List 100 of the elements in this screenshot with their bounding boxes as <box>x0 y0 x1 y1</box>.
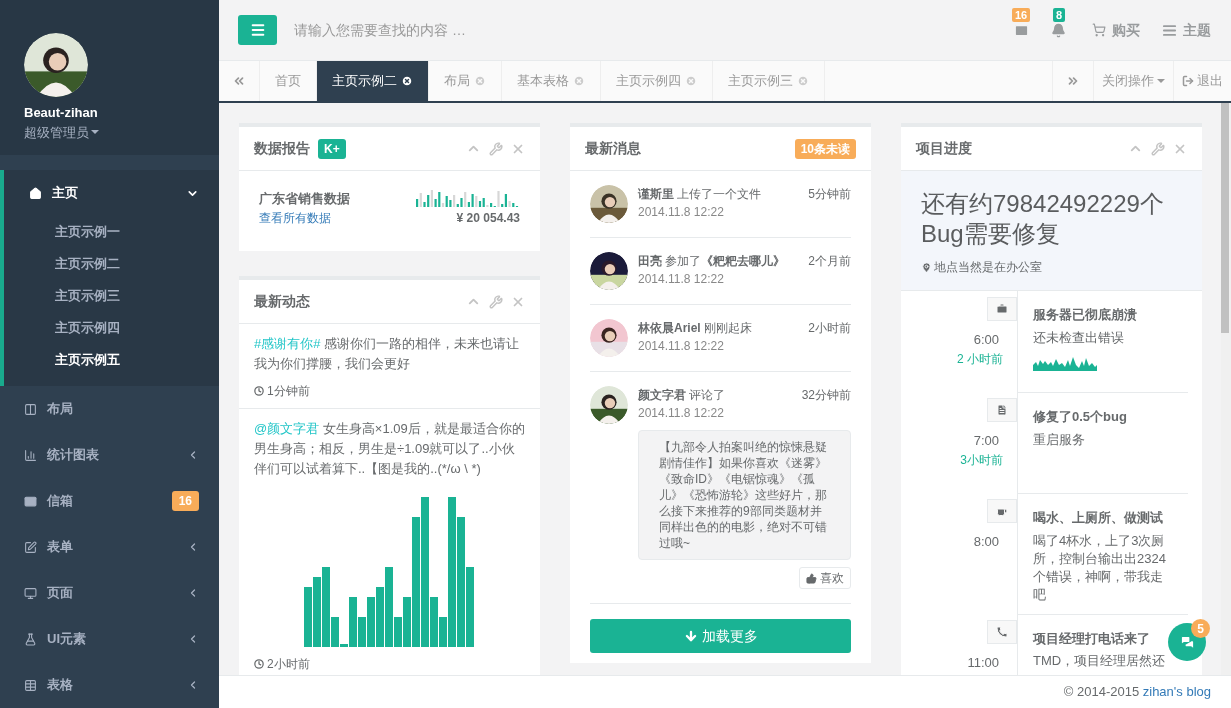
role-dropdown[interactable]: 超级管理员 <box>24 122 99 142</box>
event-age: 3小时前 <box>960 451 1003 469</box>
user-name: Beaut-zihan <box>24 104 99 122</box>
event-time: 11:00 <box>967 653 999 672</box>
event-title: 服务器已彻底崩溃 <box>1033 306 1138 324</box>
double-chevron-right-icon <box>1066 74 1080 88</box>
event-time: 8:00 <box>973 533 999 551</box>
message-date: 2014.11.8 12:22 <box>638 271 725 288</box>
nav-item[interactable]: UI元素 <box>0 616 219 662</box>
load-more-button[interactable]: 加载更多 <box>590 619 851 653</box>
nav-label: 布局 <box>47 400 74 419</box>
page-tab[interactable]: 基本表格 <box>502 61 601 101</box>
buy-link[interactable]: 购买 <box>1092 19 1140 41</box>
unread-badge: 10条未读 <box>794 138 856 159</box>
close-icon[interactable] <box>401 75 413 87</box>
chart-bar <box>312 577 321 647</box>
nav-item[interactable]: 统计图表 <box>0 432 219 478</box>
nav-item[interactable]: 布局 <box>0 386 219 432</box>
bell-icon[interactable] <box>1051 22 1066 38</box>
message-date: 2014.11.8 12:22 <box>638 204 725 221</box>
post-time: 1分钟前 <box>267 383 310 400</box>
message-age: 2小时前 <box>808 320 851 337</box>
page-tab[interactable]: 布局 <box>429 61 502 101</box>
report-name: 广东省销售数据 <box>259 190 350 208</box>
blog-link[interactable]: zihan's blog <box>1142 682 1211 702</box>
count-badge: 16 <box>171 491 199 511</box>
nav-item[interactable]: 主页 <box>0 170 219 216</box>
nav-label: 统计图表 <box>47 446 100 465</box>
submenu-item[interactable]: 主页示例一 <box>4 216 219 248</box>
panel-title: 数据报告 <box>254 139 310 158</box>
nav-label: UI元素 <box>47 630 87 649</box>
event-text: 重启服务 <box>1033 430 1086 449</box>
copyright-text: © 2014-2015 <box>1063 683 1141 702</box>
double-chevron-left-icon <box>232 74 246 88</box>
wrench-icon[interactable] <box>1151 141 1165 156</box>
theme-link[interactable]: 主题 <box>1162 19 1211 41</box>
panel-title: 最新动态 <box>254 292 310 311</box>
nav-item[interactable]: 表格 <box>0 662 219 708</box>
flask-icon <box>24 632 37 646</box>
chart-bar <box>303 587 312 647</box>
edit-icon <box>24 540 37 554</box>
post-time: 2小时前 <box>267 656 310 673</box>
count-badge: 5 <box>1191 619 1210 638</box>
table-icon <box>24 678 37 692</box>
message-date: 2014.11.8 12:22 <box>638 405 725 422</box>
menu-icon <box>249 22 266 38</box>
page-tab[interactable]: 主页示例四 <box>601 61 713 101</box>
scrollbar-thumb[interactable] <box>1221 103 1229 333</box>
event-text: 喝了4杯水，上了3次厕所，控制台输出出2324个错误，神啊，带我走吧 <box>1033 531 1167 604</box>
view-all-link[interactable]: 查看所有数据 <box>259 208 350 227</box>
list-icon <box>1162 22 1177 38</box>
kpi-badge: K+ <box>318 138 346 159</box>
menu-button[interactable] <box>238 15 277 45</box>
page-tab[interactable]: 主页示例二 <box>317 61 429 101</box>
columns-icon <box>24 402 37 416</box>
nav-item[interactable]: 页面 <box>0 570 219 616</box>
briefcase-icon <box>996 303 1008 315</box>
wrench-icon[interactable] <box>489 294 503 309</box>
bar-chart-icon <box>24 448 37 462</box>
wrench-icon[interactable] <box>489 141 503 156</box>
logout-button[interactable]: 退出 <box>1173 61 1231 101</box>
nav-label: 主页 <box>52 184 79 203</box>
thumbs-up-icon <box>806 572 817 584</box>
event-time: 6:00 <box>973 331 999 349</box>
event-text: 还未检查出错误 <box>1033 328 1125 347</box>
document-icon <box>996 404 1008 416</box>
clock-icon <box>254 386 264 396</box>
submenu-item[interactable]: 主页示例四 <box>4 312 219 344</box>
count-badge: 16 <box>1012 7 1031 22</box>
panel-title: 最新消息 <box>585 139 641 158</box>
nav-label: 表格 <box>47 676 74 695</box>
nav-label: 表单 <box>47 538 74 557</box>
submenu-item[interactable]: 主页示例二 <box>4 248 219 280</box>
submenu-item[interactable]: 主页示例三 <box>4 280 219 312</box>
message-age: 2个月前 <box>808 253 851 270</box>
close-actions-dropdown[interactable]: 关闭操作 <box>1093 61 1173 101</box>
search-field[interactable]: 请输入您需要查找的内容 … <box>294 19 654 41</box>
like-button[interactable]: 喜欢 <box>799 567 851 589</box>
logout-icon <box>1182 75 1194 87</box>
nav-item[interactable]: 信箱 16 <box>0 478 219 524</box>
event-age: 2 小时前 <box>957 350 1003 368</box>
submenu-item[interactable]: 主页示例五 <box>4 344 219 376</box>
message-text: 林依晨Ariel 刚刚起床 <box>638 320 753 337</box>
phone-icon <box>996 625 1008 638</box>
post-text: #感谢有你# 感谢你们一路的相伴，未来也请让我为你们撑腰，我们会更好 <box>254 335 521 373</box>
cart-icon <box>1092 23 1106 37</box>
message-text: 田亮 参加了《粑粑去哪儿》 <box>638 253 786 270</box>
page-tab[interactable]: 主页示例三 <box>713 61 825 101</box>
sales-amount: ¥ 20 054.43 <box>456 210 520 227</box>
nav-item[interactable]: 表单 <box>0 524 219 570</box>
event-text: TMD，项目经理居然还 <box>1033 652 1167 670</box>
clock-icon <box>254 659 264 669</box>
message-age: 32分钟前 <box>801 387 851 404</box>
count-badge: 8 <box>1053 7 1066 22</box>
event-time: 7:00 <box>973 432 999 450</box>
caret-icon <box>1157 79 1165 83</box>
message-text: 谨斯里 上传了一个文件 <box>638 186 762 203</box>
event-title: 项目经理打电话来了 <box>1033 629 1151 648</box>
map-pin-icon <box>921 261 932 273</box>
chat-icon <box>1179 634 1195 650</box>
